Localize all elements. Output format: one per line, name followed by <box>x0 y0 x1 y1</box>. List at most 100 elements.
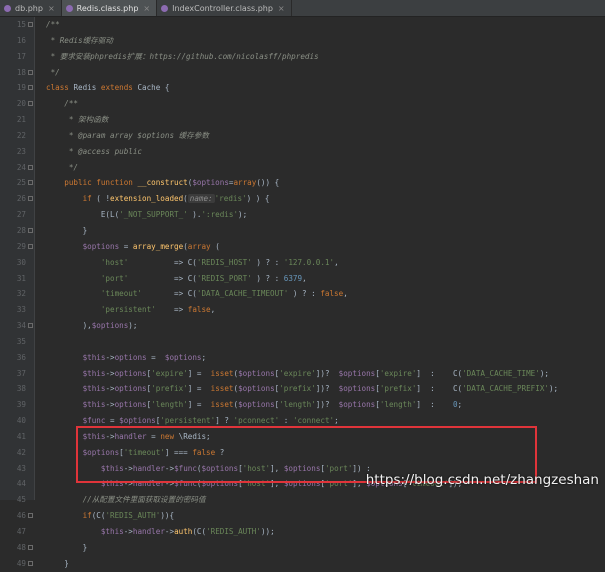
code-line[interactable]: 49 } <box>0 556 605 572</box>
fold-marker-icon[interactable] <box>28 101 33 107</box>
code-line[interactable]: 48 } <box>0 540 605 556</box>
code-token: ; <box>201 352 207 362</box>
code-token: array <box>187 241 216 251</box>
code-line[interactable]: 23 * @access public <box>0 144 605 160</box>
line-number: 16 <box>16 35 26 45</box>
fold-marker-icon[interactable] <box>28 164 33 170</box>
code-line[interactable]: 34 ),$options); <box>0 318 605 334</box>
fold-marker-icon[interactable] <box>28 513 33 519</box>
code-line[interactable]: 24 */ <box>0 160 605 176</box>
code-line[interactable]: 45 //从配置文件里面获取设置的密码值 <box>0 492 605 508</box>
line-number: 25 <box>16 178 26 188</box>
code-line[interactable]: 21 * 架构函数 <box>0 112 605 128</box>
code-line[interactable]: 20 /** <box>0 96 605 112</box>
line-number: 15 <box>16 20 26 29</box>
code-line[interactable]: 38 $this->options['prefix'] = isset($opt… <box>0 381 605 397</box>
close-icon[interactable]: × <box>143 4 150 13</box>
code-text: public function __construct($options=arr… <box>46 175 279 191</box>
line-number: 36 <box>16 352 26 362</box>
code-token: = <box>110 416 120 426</box>
fold-marker-icon[interactable] <box>28 196 33 202</box>
line-number: 49 <box>16 558 26 568</box>
code-line[interactable]: 27 E(L('_NOT_SUPPORT_' ).':redis'); <box>0 207 605 223</box>
code-token: 'port' <box>46 273 129 283</box>
line-number: 23 <box>16 146 26 156</box>
code-line[interactable]: 25 public function __construct($options=… <box>0 175 605 191</box>
code-token: $options <box>338 368 376 378</box>
code-line[interactable]: 33 'persistent' => false, <box>0 302 605 318</box>
fold-marker-icon[interactable] <box>28 69 33 75</box>
code-line[interactable]: 29 $options = array_merge(array ( <box>0 239 605 255</box>
code-token: auth <box>174 527 193 536</box>
code-line[interactable]: 30 'host' => C('REDIS_HOST' ) ? : '127.0… <box>0 255 605 271</box>
code-token: ); <box>238 210 248 220</box>
code-token: ] = <box>187 368 211 378</box>
fold-marker-icon[interactable] <box>28 22 33 27</box>
code-token: ] = <box>187 384 211 394</box>
fold-marker-icon[interactable] <box>28 180 33 186</box>
line-number: 43 <box>16 463 26 473</box>
code-line[interactable]: 37 $this->options['expire'] = isset($opt… <box>0 366 605 382</box>
code-line[interactable]: 18 */ <box>0 65 605 81</box>
fold-marker-icon[interactable] <box>28 323 33 329</box>
code-token: * @access public <box>46 146 143 156</box>
code-token: isset <box>210 384 234 394</box>
close-icon[interactable]: × <box>278 4 285 13</box>
code-token: 'prefix' <box>379 384 417 394</box>
code-token: options <box>114 352 152 362</box>
fold-marker-icon[interactable] <box>28 560 33 566</box>
code-text: $this->options = $options; <box>46 350 206 366</box>
code-line[interactable]: 16 * Redis缓存驱动 <box>0 33 605 49</box>
code-token: 'persistent' <box>160 416 216 426</box>
line-number: 22 <box>16 130 26 140</box>
code-token: options <box>114 384 147 394</box>
php-file-icon <box>65 4 73 12</box>
line-number: 21 <box>16 115 26 125</box>
code-token: ( <box>215 241 220 251</box>
tab-1[interactable]: Redis.class.php × <box>61 0 158 16</box>
code-token: 'REDIS_AUTH' <box>105 511 161 521</box>
code-line[interactable]: 28 } <box>0 223 605 239</box>
code-text: /** <box>46 17 60 33</box>
code-token: )); <box>260 527 275 536</box>
code-token: ( ! <box>96 194 111 204</box>
code-token: * @param array $options 缓存参数 <box>46 130 209 140</box>
code-line[interactable]: 26 if ( !extension_loaded(name:'redis') … <box>0 191 605 207</box>
code-line[interactable]: 17 * 要求安装phpredis扩展：https://github.com/n… <box>0 49 605 65</box>
fold-marker-icon[interactable] <box>28 544 33 550</box>
line-number: 29 <box>16 241 26 251</box>
close-icon[interactable]: × <box>48 4 55 13</box>
code-token: : <box>283 416 293 426</box>
code-line[interactable]: 39 $this->options['length'] = isset($opt… <box>0 397 605 413</box>
code-line[interactable]: 22 * @param array $options 缓存参数 <box>0 128 605 144</box>
code-line[interactable]: 31 'port' => C('REDIS_PORT' ) ? : 6379, <box>0 271 605 287</box>
code-editor[interactable]: 15/** 16 * Redis缓存驱动 17 * 要求安装phpredis扩展：h… <box>0 17 605 572</box>
code-token: ) ? : <box>251 273 284 283</box>
code-token: 'connect' <box>292 416 335 426</box>
line-number: 31 <box>16 273 26 283</box>
code-line[interactable]: 47 $this->handler->auth(C('REDIS_AUTH'))… <box>0 524 605 540</box>
code-text: //从配置文件里面获取设置的密码值 <box>46 492 206 508</box>
code-token: $this <box>46 368 106 378</box>
tab-0[interactable]: db.php × <box>0 0 62 16</box>
code-token: 'expire' <box>279 368 316 378</box>
line-number: 33 <box>16 305 26 315</box>
code-text: 'port' => C('REDIS_PORT' ) ? : 6379, <box>46 271 307 287</box>
code-token: ); <box>548 384 559 394</box>
code-line[interactable]: 36 $this->options = $options; <box>0 350 605 366</box>
code-line[interactable]: 46 if(C('REDIS_AUTH')){ <box>0 508 605 524</box>
fold-marker-icon[interactable] <box>28 85 33 91</box>
fold-marker-icon[interactable] <box>28 243 33 249</box>
code-token: ; <box>334 416 339 426</box>
line-number: 45 <box>16 495 26 505</box>
code-line[interactable]: 15 /** <box>0 17 605 33</box>
code-line[interactable]: 19 class Redis extends Cache { <box>0 80 605 96</box>
code-token: 'expire' <box>379 368 417 378</box>
tab-2[interactable]: IndexController.class.php × <box>157 0 292 16</box>
fold-marker-icon[interactable] <box>28 227 33 233</box>
code-line[interactable]: 35 <box>0 334 605 350</box>
code-text: * Redis缓存驱动 <box>46 33 113 49</box>
code-text: } <box>46 540 88 556</box>
code-line[interactable]: 32 'timeout' => C('DATA_CACHE_TIMEOUT' )… <box>0 286 605 302</box>
code-token: name: <box>187 194 215 204</box>
